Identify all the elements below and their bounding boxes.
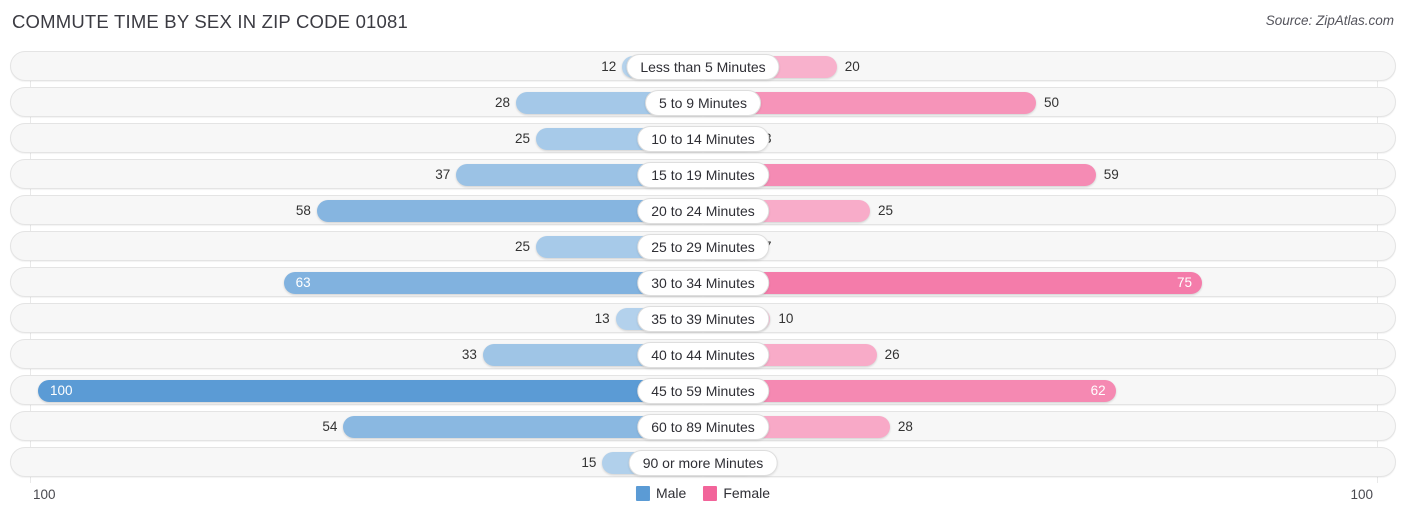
row-category-label: 25 to 29 Minutes bbox=[637, 234, 769, 260]
plot-area: 12 20 Less than 5 Minutes 28 50 5 to 9 Minute… bbox=[10, 51, 1396, 483]
bar-value-male: 58 bbox=[295, 203, 311, 218]
table-row[interactable]: 12 20 Less than 5 Minutes bbox=[10, 51, 1396, 81]
bar-value-male: 33 bbox=[461, 347, 477, 362]
page-title: COMMUTE TIME BY SEX IN ZIP CODE 01081 bbox=[12, 11, 409, 32]
row-category-label: 5 to 9 Minutes bbox=[645, 90, 761, 116]
bar-rows: 12 20 Less than 5 Minutes 28 50 5 to 9 Minute… bbox=[10, 51, 1396, 483]
row-category-label: 40 to 44 Minutes bbox=[637, 342, 769, 368]
table-row[interactable]: 54 28 60 to 89 Minutes bbox=[10, 411, 1396, 441]
row-category-label: 90 or more Minutes bbox=[628, 450, 778, 476]
table-row[interactable]: 28 50 5 to 9 Minutes bbox=[10, 87, 1396, 117]
row-category-label: 60 to 89 Minutes bbox=[637, 414, 769, 440]
bar-value-female: 75 bbox=[1176, 275, 1192, 290]
bar-female[interactable] bbox=[704, 272, 1202, 294]
legend-item-male[interactable]: Male bbox=[635, 485, 687, 501]
bar-value-male: 37 bbox=[435, 167, 451, 182]
table-row[interactable]: 33 26 40 to 44 Minutes bbox=[10, 339, 1396, 369]
bar-value-female: 50 bbox=[1044, 95, 1060, 110]
legend-label-male: Male bbox=[655, 485, 687, 501]
legend: Male Female bbox=[635, 485, 770, 501]
bar-value-male: 12 bbox=[601, 59, 617, 74]
table-row[interactable]: 25310 to 14 Minutes bbox=[10, 123, 1396, 153]
bar-value-female: 10 bbox=[778, 311, 794, 326]
bar-value-female: 62 bbox=[1090, 383, 1106, 398]
row-category-label: 35 to 39 Minutes bbox=[637, 306, 769, 332]
row-category-label: Less than 5 Minutes bbox=[626, 54, 780, 80]
bar-value-female: 25 bbox=[878, 203, 894, 218]
bar-value-male: 54 bbox=[322, 419, 338, 434]
bar-fill bbox=[38, 380, 702, 402]
bar-value-male: 100 bbox=[50, 383, 73, 398]
legend-swatch-male-icon bbox=[635, 485, 650, 501]
table-row[interactable]: 13 10 35 to 39 Minutes bbox=[10, 303, 1396, 333]
axis-label-right: 100 bbox=[1350, 487, 1373, 502]
row-category-label: 10 to 14 Minutes bbox=[637, 126, 769, 152]
bar-male[interactable] bbox=[38, 380, 702, 402]
source-attribution: Source: ZipAtlas.com bbox=[1265, 13, 1394, 28]
bar-value-female: 20 bbox=[844, 59, 860, 74]
bar-value-male: 63 bbox=[295, 275, 311, 290]
bar-value-female: 26 bbox=[884, 347, 900, 362]
legend-item-female[interactable]: Female bbox=[703, 485, 770, 501]
axis-label-left: 100 bbox=[33, 487, 56, 502]
table-row[interactable]: 63 75 30 to 34 Minutes bbox=[10, 267, 1396, 297]
table-row[interactable]: 25725 to 29 Minutes bbox=[10, 231, 1396, 261]
row-category-label: 20 to 24 Minutes bbox=[637, 198, 769, 224]
bar-value-male: 25 bbox=[514, 131, 530, 146]
row-category-label: 45 to 59 Minutes bbox=[637, 378, 769, 404]
table-row[interactable]: 37 59 15 to 19 Minutes bbox=[10, 159, 1396, 189]
bar-value-female: 28 bbox=[897, 419, 913, 434]
bar-fill bbox=[704, 272, 1202, 294]
bar-value-male: 15 bbox=[581, 455, 597, 470]
legend-label-female: Female bbox=[723, 485, 771, 501]
bar-value-male: 28 bbox=[495, 95, 511, 110]
chart-root: COMMUTE TIME BY SEX IN ZIP CODE 01081 So… bbox=[0, 0, 1406, 523]
legend-swatch-female-icon bbox=[703, 485, 718, 501]
row-category-label: 30 to 34 Minutes bbox=[637, 270, 769, 296]
table-row[interactable]: 15090 or more Minutes bbox=[10, 447, 1396, 477]
row-category-label: 15 to 19 Minutes bbox=[637, 162, 769, 188]
table-row[interactable]: 100 62 45 to 59 Minutes bbox=[10, 375, 1396, 405]
bar-value-male: 13 bbox=[594, 311, 610, 326]
chart-header: COMMUTE TIME BY SEX IN ZIP CODE 01081 So… bbox=[0, 0, 1406, 44]
chart-footer: 100 100 Male Female bbox=[0, 484, 1406, 523]
bar-value-male: 25 bbox=[514, 239, 530, 254]
bar-value-female: 59 bbox=[1103, 167, 1119, 182]
table-row[interactable]: 58 25 20 to 24 Minutes bbox=[10, 195, 1396, 225]
